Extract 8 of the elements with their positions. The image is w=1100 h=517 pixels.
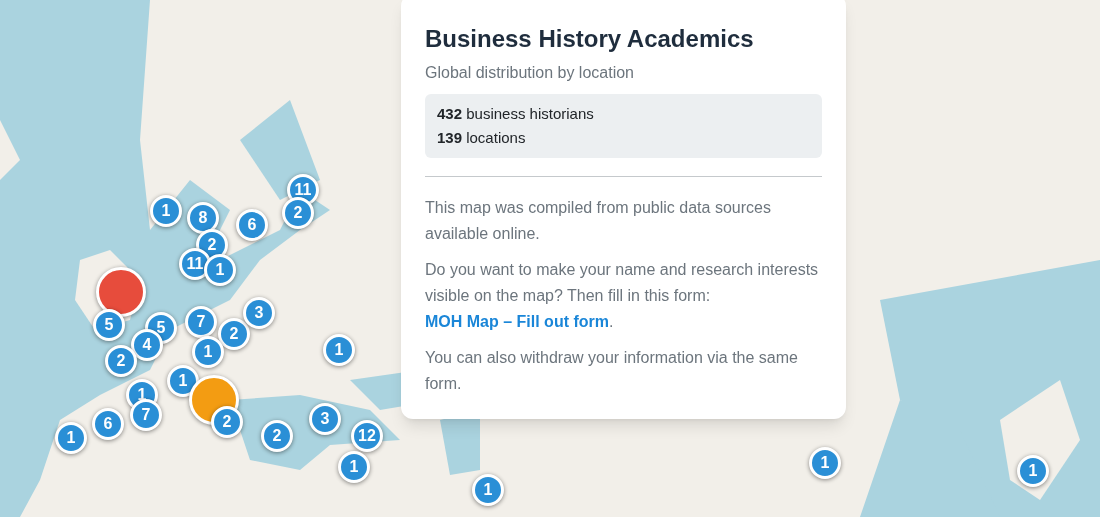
paragraph: You can also withdraw your information via the same form.: [425, 348, 799, 394]
paragraph: Do you want to make your name and research interests visible on the map? Then fill in this form: MOH Map – Fill out form.: [425, 260, 820, 332]
paragraph: This map was compiled from public data sources available online.: [425, 198, 772, 244]
panel-title: Business History Academics: [425, 24, 755, 54]
panel-subtitle: Global distribution by location: [425, 63, 635, 83]
form-link[interactable]: MOH Map – Fill out form: [425, 313, 609, 330]
stat-line: 139 locations: [437, 128, 527, 148]
stat-line: 432 business historians: [437, 104, 595, 124]
